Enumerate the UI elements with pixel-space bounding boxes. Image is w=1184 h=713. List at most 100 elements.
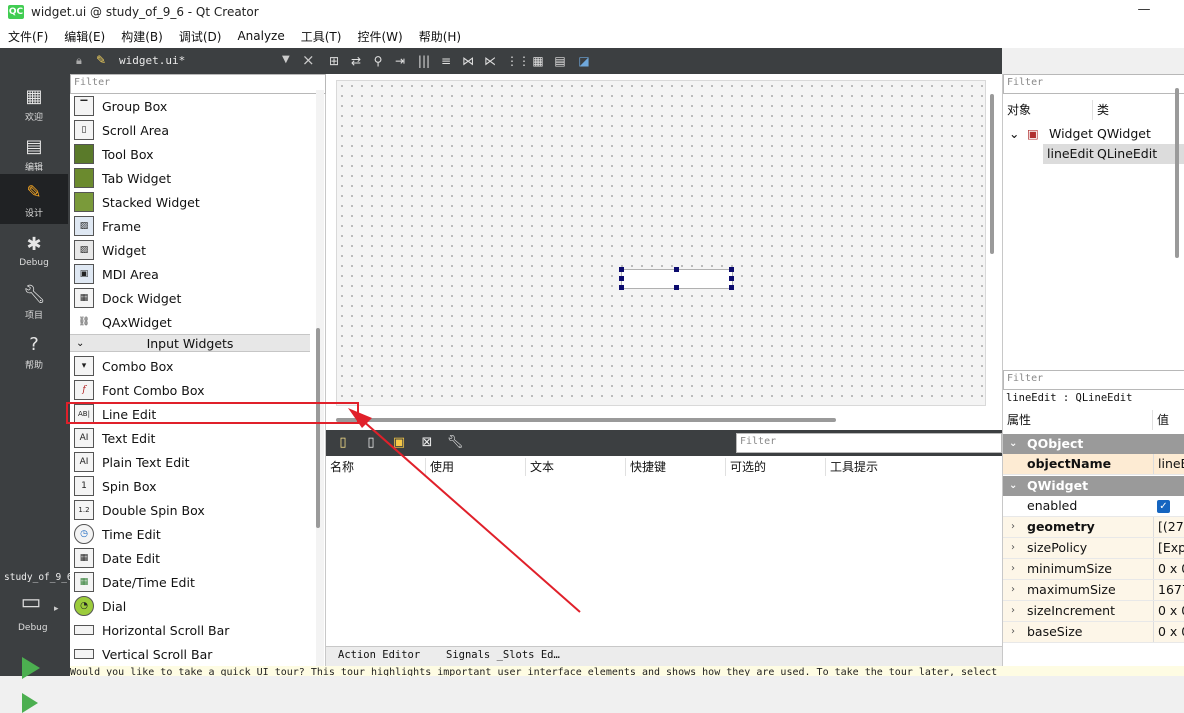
layout-v-splitter-icon[interactable]: ⋉ (482, 53, 498, 69)
column-header-value[interactable]: 值 (1153, 410, 1169, 430)
section-input-widgets[interactable]: ⌄ Input Widgets (70, 334, 310, 352)
tab-signals-slots[interactable]: Signals _Slots Ed… (446, 649, 560, 661)
widget-item-spin-box[interactable]: 1 Spin Box (70, 474, 310, 498)
widget-item-frame[interactable]: ▨ Frame (70, 214, 310, 238)
mode-edit[interactable]: ▤ 编辑 (0, 128, 68, 178)
column-header[interactable]: 快捷键 (626, 458, 726, 476)
column-header-property[interactable]: 属性 (1003, 410, 1153, 430)
column-header[interactable]: 可选的 (726, 458, 826, 476)
monitor-icon[interactable]: ▭ (14, 590, 48, 618)
menu-debug[interactable]: 调试(D) (171, 28, 230, 45)
menu-tools[interactable]: 工具(T) (293, 28, 350, 45)
property-value[interactable]: [(270 (1153, 517, 1184, 537)
layout-horizontal-icon[interactable]: ||| (416, 53, 432, 69)
resize-handle[interactable] (729, 276, 734, 281)
property-value[interactable]: 1677 (1153, 580, 1184, 600)
property-row-minimumsize[interactable]: › minimumSize 0 x 0 (1003, 559, 1184, 580)
mode-projects[interactable]: 🔧︎ 项目 (0, 276, 68, 326)
chevron-right-icon[interactable]: › (1011, 559, 1015, 579)
widget-item-dial[interactable]: ◔ Dial (70, 594, 310, 618)
widget-item-datetime-edit[interactable]: ▦ Date/Time Edit (70, 570, 310, 594)
resize-handle[interactable] (729, 267, 734, 272)
widget-item-widget[interactable]: ▨ Widget (70, 238, 310, 262)
resize-handle[interactable] (619, 276, 624, 281)
canvas-h-scroll-thumb[interactable] (336, 418, 836, 422)
open-file-name[interactable]: widget.ui* (119, 54, 185, 67)
tree-expand-icon[interactable]: ⌄ (1009, 124, 1019, 144)
menu-analyze[interactable]: Analyze (229, 29, 292, 43)
edit-tab-order-icon[interactable]: ⇥ (392, 53, 408, 69)
object-filter-input[interactable]: Filter (1003, 74, 1184, 94)
column-header-object[interactable]: 对象 (1003, 100, 1093, 120)
widget-item-tool-box[interactable]: Tool Box (70, 142, 310, 166)
column-header-class[interactable]: 类 (1093, 100, 1109, 120)
adjust-size-icon[interactable]: ◪ (576, 53, 592, 69)
resize-handle[interactable] (619, 267, 624, 272)
layout-vertical-icon[interactable]: ≡ (438, 53, 454, 69)
column-header[interactable]: 文本 (526, 458, 626, 476)
chevron-down-icon[interactable]: ▼ (282, 54, 290, 65)
debug-run-icon[interactable] (22, 693, 38, 713)
break-layout-icon[interactable]: ▤ (552, 53, 568, 69)
widget-item-group-box[interactable]: ▔ Group Box (70, 94, 310, 118)
resize-handle[interactable] (729, 285, 734, 290)
widget-item-double-spin-box[interactable]: 1.2 Double Spin Box (70, 498, 310, 522)
property-row-enabled[interactable]: enabled ✓ (1003, 496, 1184, 517)
widget-item-stacked-widget[interactable]: Stacked Widget (70, 190, 310, 214)
mode-help[interactable]: ? 帮助 (0, 326, 68, 376)
property-filter-input[interactable]: Filter (1003, 370, 1184, 390)
mode-debug[interactable]: ✱ Debug (0, 226, 68, 276)
menu-build[interactable]: 构建(B) (113, 28, 171, 45)
edit-buddies-icon[interactable]: ⚲ (370, 53, 386, 69)
property-value[interactable]: [Expa (1153, 538, 1184, 558)
widget-item-horizontal-scroll-bar[interactable]: Horizontal Scroll Bar (70, 618, 310, 642)
chevron-right-icon[interactable]: › (1011, 580, 1015, 600)
widget-item-date-edit[interactable]: ▦ Date Edit (70, 546, 310, 570)
copy-icon[interactable]: ▯ (362, 434, 380, 452)
widget-item-tab-widget[interactable]: Tab Widget (70, 166, 310, 190)
enabled-checkbox[interactable]: ✓ (1157, 500, 1170, 513)
new-action-icon[interactable]: ▯ (334, 434, 352, 452)
mode-welcome[interactable]: ▦ 欢迎 (0, 78, 68, 128)
widget-item-vertical-scroll-bar[interactable]: Vertical Scroll Bar (70, 642, 310, 666)
menu-file[interactable]: 文件(F) (0, 28, 56, 45)
widget-item-mdi-area[interactable]: ▣ MDI Area (70, 262, 310, 286)
tab-action-editor[interactable]: Action Editor (338, 649, 420, 661)
property-row-maximumsize[interactable]: › maximumSize 1677 (1003, 580, 1184, 601)
minimize-button[interactable]: — (1134, 2, 1154, 18)
action-filter-input[interactable]: Filter (736, 433, 1002, 453)
palette-scroll-thumb[interactable] (316, 328, 320, 528)
widget-item-line-edit[interactable]: AB| Line Edit (70, 402, 310, 426)
mode-design[interactable]: ✎ 设计 (0, 174, 68, 224)
property-value[interactable]: 0 x 0 (1153, 622, 1184, 642)
widget-item-scroll-area[interactable]: ▯ Scroll Area (70, 118, 310, 142)
edit-widgets-icon[interactable]: ⊞ (326, 53, 342, 69)
layout-h-splitter-icon[interactable]: ⋈ (460, 53, 476, 69)
property-row-basesize[interactable]: › baseSize 0 x 0 (1003, 622, 1184, 643)
chevron-right-icon[interactable]: › (1011, 517, 1015, 537)
resize-handle[interactable] (674, 267, 679, 272)
column-header[interactable]: 使用 (426, 458, 526, 476)
property-row-sizeincrement[interactable]: › sizeIncrement 0 x 0 (1003, 601, 1184, 622)
wrench-icon[interactable]: 🔧︎ (446, 434, 464, 452)
column-header[interactable]: 名称 (326, 458, 426, 476)
property-row-geometry[interactable]: › geometry [(270 (1003, 517, 1184, 538)
close-icon[interactable]: × (302, 51, 315, 69)
form-canvas[interactable] (336, 80, 986, 406)
inspector-scroll-thumb[interactable] (1175, 88, 1179, 258)
property-group-qobject[interactable]: ⌄ QObject (1003, 434, 1184, 454)
lock-icon[interactable]: 🔒︎ (76, 54, 82, 68)
property-group-qwidget[interactable]: ⌄ QWidget (1003, 476, 1184, 496)
menu-widgets[interactable]: 控件(W) (349, 28, 410, 45)
paste-icon[interactable]: ▣ (390, 434, 408, 452)
chevron-right-icon[interactable]: › (1011, 538, 1015, 558)
property-value[interactable]: lineE (1153, 454, 1184, 474)
menu-edit[interactable]: 编辑(E) (56, 28, 113, 45)
column-header[interactable]: 工具提示 (826, 458, 1002, 476)
chevron-right-icon[interactable]: › (1011, 622, 1015, 642)
layout-grid-icon[interactable]: ⋮⋮ (506, 53, 530, 69)
menu-help[interactable]: 帮助(H) (411, 28, 469, 45)
canvas-v-scroll-thumb[interactable] (990, 94, 994, 254)
chevron-right-icon[interactable]: › (1011, 601, 1015, 621)
widget-item-dock-widget[interactable]: ▦ Dock Widget (70, 286, 310, 310)
